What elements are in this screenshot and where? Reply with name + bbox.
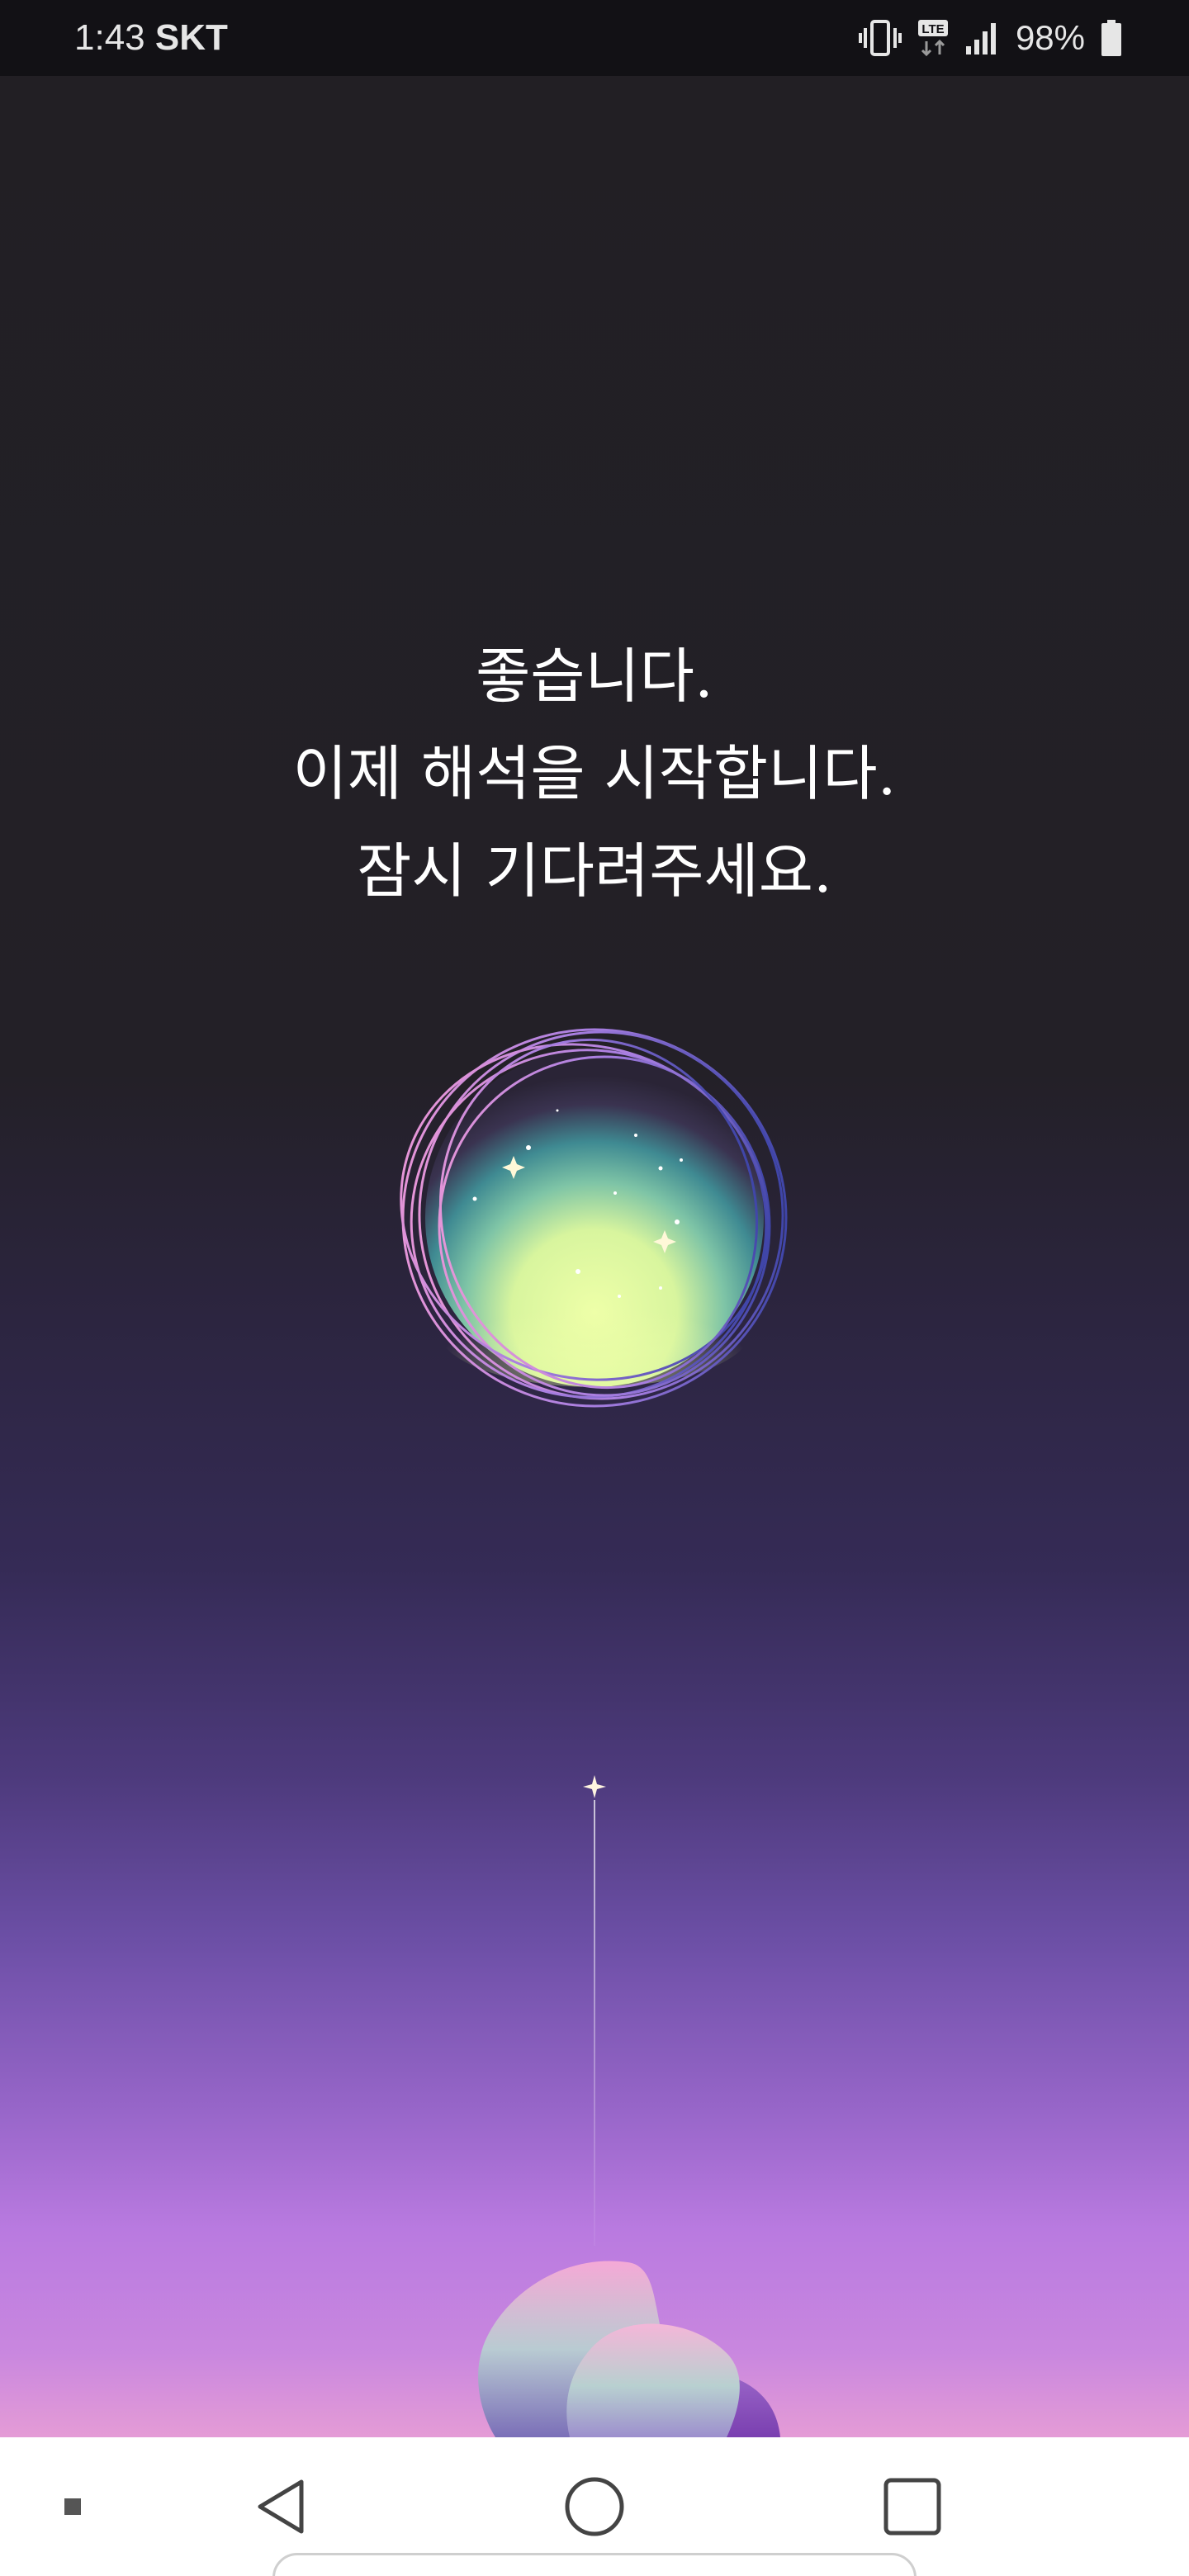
carrier-name: SKT: [154, 17, 228, 58]
message-line-2: 이제 해석을 시작합니다.: [292, 739, 897, 808]
sparkle-icon: [583, 1775, 606, 1798]
light-beam: [594, 1800, 595, 2246]
battery-percent: 98%: [1015, 18, 1085, 57]
message-line-1: 좋습니다.: [476, 642, 713, 711]
clock: 1:43: [74, 17, 145, 58]
blob-decoration: [462, 2221, 793, 2437]
status-icons: LTE 98%: [858, 15, 1123, 61]
lte-icon: LTE: [917, 18, 950, 58]
gesture-handle[interactable]: [272, 2553, 917, 2576]
vibrate-icon: [858, 18, 902, 58]
signal-icon: [964, 20, 1001, 56]
battery-icon: [1100, 18, 1123, 58]
status-bar: 1:43 SKT LTE 98%: [0, 0, 1189, 76]
dot-icon[interactable]: [53, 2437, 92, 2576]
dream-orb-icon: [388, 1016, 801, 1428]
loading-screen: 1:43 SKT LTE 98% 좋습니다. 이제 해석을 시작합니다. 잠시 …: [0, 0, 1189, 2576]
status-time: 1:43 SKT: [74, 15, 228, 61]
message-line-3: 잠시 기다려주세요.: [357, 836, 832, 906]
svg-text:LTE: LTE: [921, 22, 944, 36]
status-message: 좋습니다. 이제 해석을 시작합니다. 잠시 기다려주세요.: [0, 627, 1189, 920]
